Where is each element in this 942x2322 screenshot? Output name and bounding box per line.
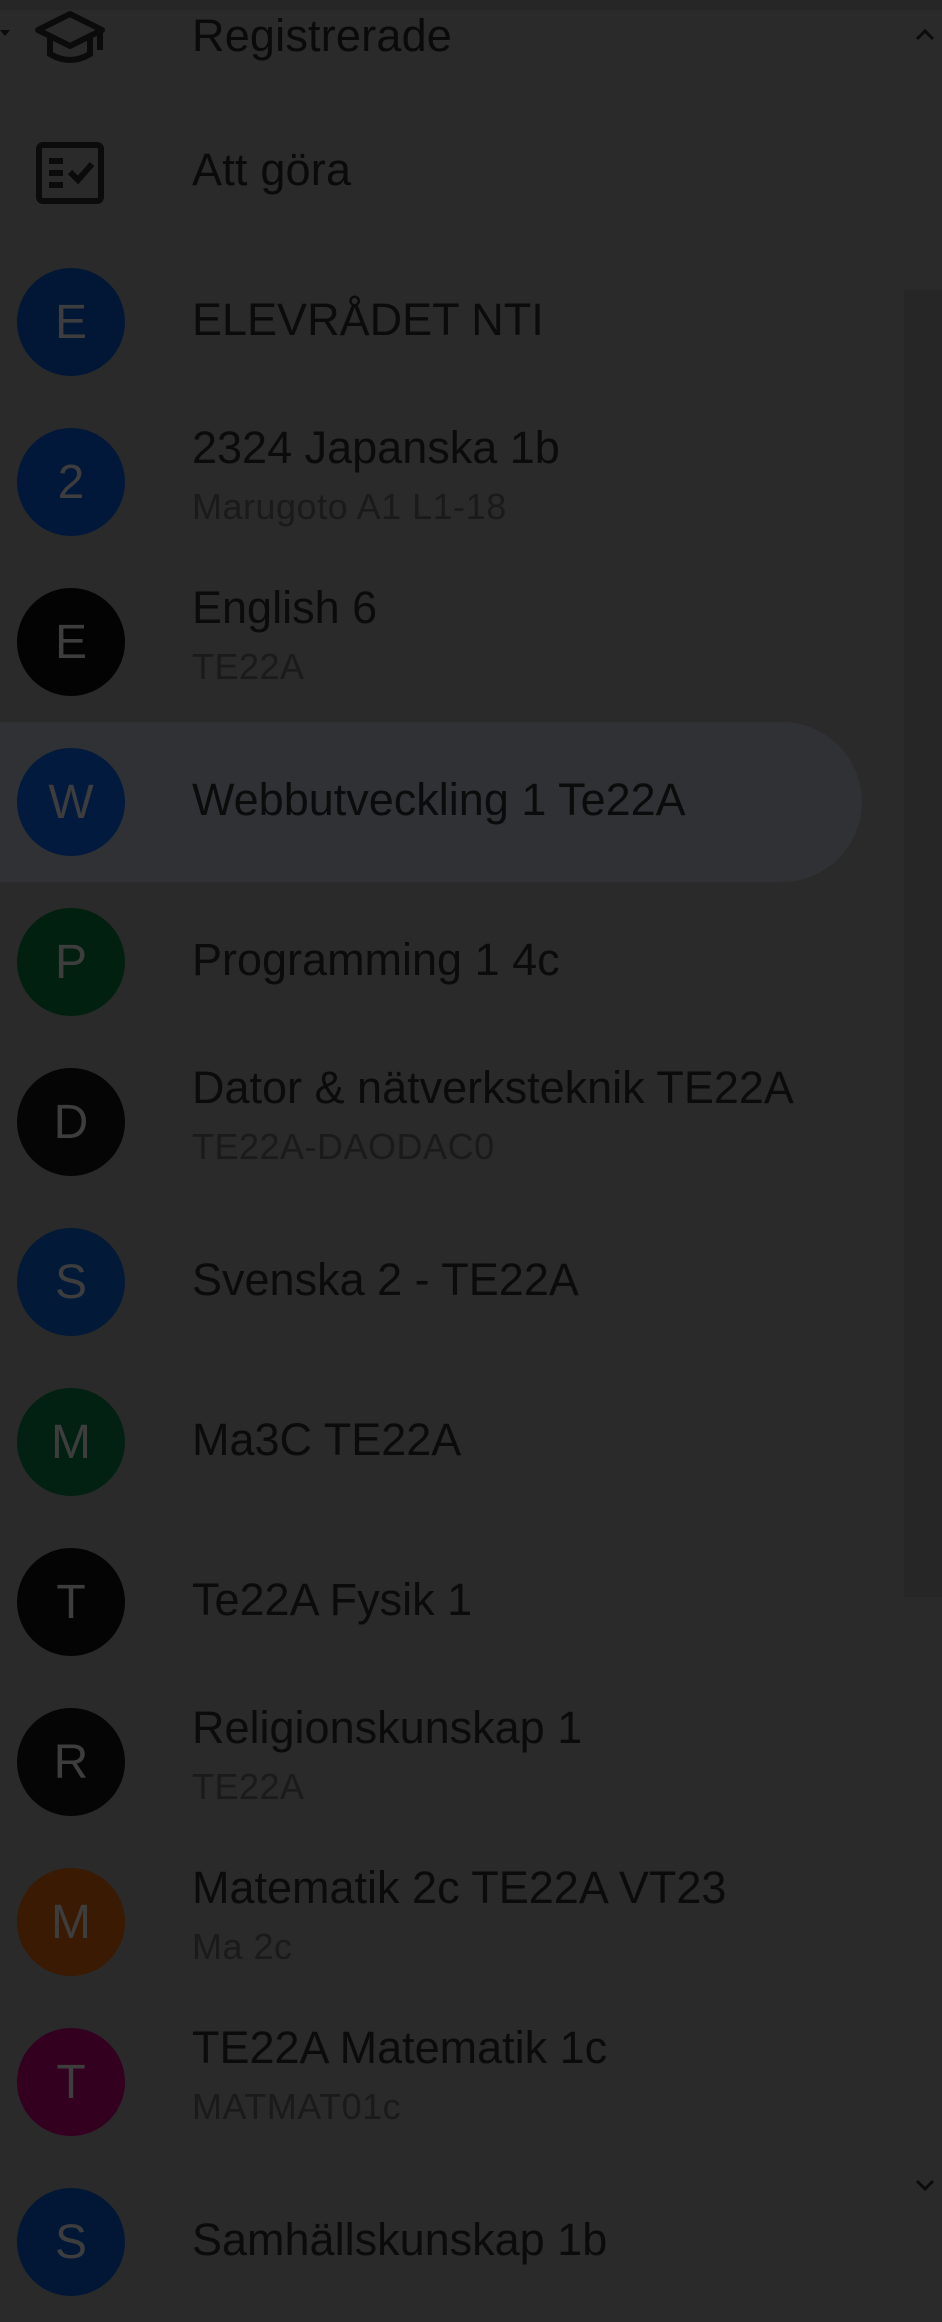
course-item[interactable]: M Matematik 2c TE22A VT23 Ma 2c: [0, 1842, 900, 2002]
course-title: Matematik 2c TE22A VT23: [192, 1862, 727, 1913]
nav-item-enrolled[interactable]: Registrerade: [0, 0, 900, 98]
course-title: Programming 1 4c: [192, 934, 560, 985]
course-item[interactable]: T Te22A Fysik 1: [0, 1522, 900, 1682]
course-item[interactable]: E ELEVRÅDET NTI: [0, 242, 900, 402]
course-avatar: T: [17, 1548, 125, 1656]
scrollbar-track[interactable]: [904, 290, 942, 1597]
course-title: Te22A Fysik 1: [192, 1574, 473, 1625]
course-subtitle: MATMAT01c: [192, 2086, 402, 2127]
course-item[interactable]: M Ma3C TE22A: [0, 1362, 900, 1522]
nav-item-todo[interactable]: Att göra: [0, 112, 900, 232]
course-title: Religionskunskap 1: [192, 1702, 583, 1753]
course-item[interactable]: D Dator & nätverksteknik TE22A TE22A-DAODA…: [0, 1042, 900, 1202]
course-title: Dator & nätverksteknik TE22A: [192, 1062, 794, 1113]
course-avatar: 2: [17, 428, 125, 536]
course-avatar: S: [17, 2188, 125, 2296]
course-avatar: P: [17, 908, 125, 1016]
course-avatar: W: [17, 748, 125, 856]
course-subtitle: Ma 2c: [192, 1926, 293, 1967]
nav-label-todo: Att göra: [192, 144, 352, 195]
course-avatar: E: [17, 268, 125, 376]
course-avatar: E: [17, 588, 125, 696]
scroll-down-icon[interactable]: [912, 2172, 938, 2198]
course-item[interactable]: S Svenska 2 - TE22A: [0, 1202, 900, 1362]
course-subtitle: TE22A: [192, 646, 305, 687]
course-avatar: T: [17, 2028, 125, 2136]
course-title: Webbutveckling 1 Te22A: [192, 774, 686, 825]
course-title: Samhällskunskap 1b: [192, 2214, 608, 2265]
course-subtitle: Marugoto A1 L1-18: [192, 486, 507, 527]
collapse-arrow-icon: [0, 30, 10, 36]
course-item[interactable]: T TE22A Matematik 1c MATMAT01c: [0, 2002, 900, 2162]
course-item[interactable]: E English 6 TE22A: [0, 562, 900, 722]
course-title: TE22A Matematik 1c: [192, 2022, 608, 2073]
nav-label-enrolled: Registrerade: [192, 10, 453, 61]
course-avatar: D: [17, 1068, 125, 1176]
course-item[interactable]: S Samhällskunskap 1b: [0, 2162, 900, 2322]
course-title: English 6: [192, 582, 378, 633]
course-title: ELEVRÅDET NTI: [192, 294, 544, 345]
todo-list-icon: [36, 142, 104, 204]
school-icon: [35, 11, 105, 63]
course-item[interactable]: 2 2324 Japanska 1b Marugoto A1 L1-18: [0, 402, 900, 562]
scroll-up-icon[interactable]: [912, 22, 938, 48]
course-item[interactable]: P Programming 1 4c: [0, 882, 900, 1042]
course-subtitle: TE22A-DAODAC0: [192, 1126, 495, 1167]
course-avatar: R: [17, 1708, 125, 1816]
course-item[interactable]: R Religionskunskap 1 TE22A: [0, 1682, 900, 1842]
course-title: Svenska 2 - TE22A: [192, 1254, 579, 1305]
course-avatar: M: [17, 1868, 125, 1976]
course-title: 2324 Japanska 1b: [192, 422, 560, 473]
course-avatar: M: [17, 1388, 125, 1496]
course-item[interactable]: W Webbutveckling 1 Te22A: [0, 722, 900, 882]
course-title: Ma3C TE22A: [192, 1414, 462, 1465]
course-subtitle: TE22A: [192, 1766, 305, 1807]
course-avatar: S: [17, 1228, 125, 1336]
